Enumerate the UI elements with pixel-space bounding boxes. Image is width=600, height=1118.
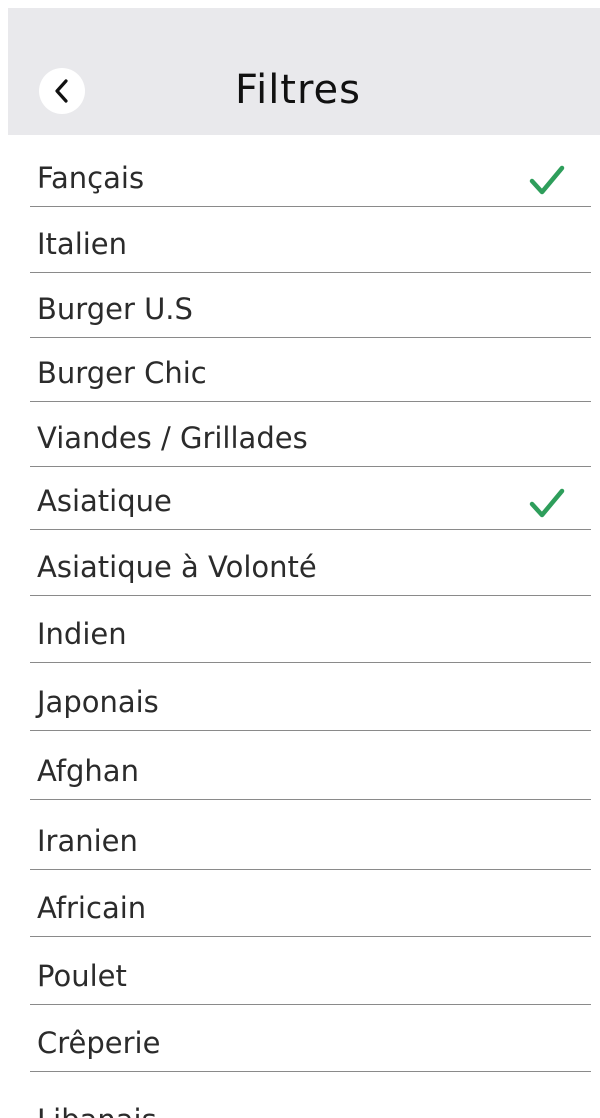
filter-label: Asiatique	[37, 484, 172, 518]
filter-label: Iranien	[37, 824, 138, 858]
filter-row[interactable]: Africain	[30, 870, 591, 937]
filter-label: Burger U.S	[37, 292, 193, 326]
filter-row[interactable]: Asiatique	[30, 467, 591, 530]
filter-label: Afghan	[37, 754, 139, 788]
filter-label: Indien	[37, 617, 127, 651]
filter-row[interactable]: Asiatique à Volonté	[30, 530, 591, 596]
filter-row[interactable]: Poulet	[30, 937, 591, 1005]
filter-label: Africain	[37, 891, 147, 925]
filter-label: Burger Chic	[37, 356, 207, 390]
filter-label: Poulet	[37, 959, 127, 993]
filter-label: Viandes / Grillades	[37, 421, 308, 455]
filter-label: Libanais	[37, 1100, 157, 1118]
filter-label: Fançais	[37, 161, 145, 195]
filter-row[interactable]: Viandes / Grillades	[30, 402, 591, 467]
page-title: Filtres	[234, 67, 362, 113]
filter-row[interactable]: Afghan	[30, 731, 591, 800]
filter-row[interactable]: Indien	[30, 596, 591, 663]
filter-row[interactable]: Libanais	[30, 1072, 591, 1118]
checkmark-icon	[529, 165, 565, 195]
filter-row[interactable]: Japonais	[30, 663, 591, 731]
filters-screen: Filtres Fançais Italien Burger U.S Burge…	[0, 0, 600, 1118]
filter-row[interactable]: Iranien	[30, 800, 591, 870]
filter-label: Italien	[37, 227, 128, 261]
filter-row[interactable]: Italien	[30, 207, 591, 273]
filter-label: Japonais	[37, 685, 159, 719]
checkmark-icon	[529, 488, 565, 518]
filter-label: Asiatique à Volonté	[37, 550, 317, 584]
filter-row[interactable]: Burger U.S	[30, 273, 591, 338]
filter-label: Crêperie	[37, 1026, 161, 1060]
filter-row[interactable]: Burger Chic	[30, 338, 591, 402]
filter-row[interactable]: Fançais	[30, 135, 591, 207]
filter-row[interactable]: Crêperie	[30, 1005, 591, 1072]
